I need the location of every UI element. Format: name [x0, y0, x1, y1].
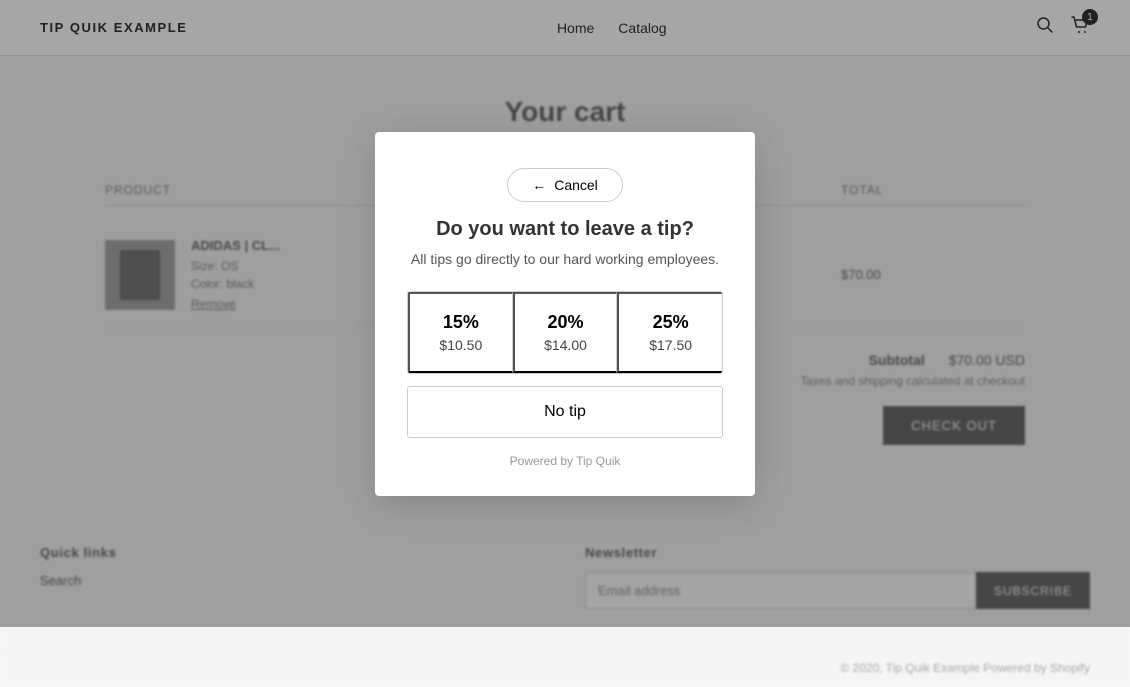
tip-amount-15: $10.50	[439, 337, 482, 353]
tip-options: 15% $10.50 20% $14.00 25% $17.50	[407, 291, 723, 374]
tip-percent-20: 20%	[547, 312, 583, 333]
modal-overlay: ← Cancel Do you want to leave a tip? All…	[0, 0, 1130, 627]
tip-option-25[interactable]: 25% $17.50	[617, 292, 722, 373]
tip-option-20[interactable]: 20% $14.00	[513, 292, 618, 373]
tip-amount-20: $14.00	[544, 337, 587, 353]
tip-option-15[interactable]: 15% $10.50	[408, 292, 513, 373]
modal-subtitle: All tips go directly to our hard working…	[407, 251, 723, 267]
tip-percent-15: 15%	[443, 312, 479, 333]
tip-modal: ← Cancel Do you want to leave a tip? All…	[375, 132, 755, 496]
modal-title: Do you want to leave a tip?	[407, 218, 723, 241]
cancel-bar: ← Cancel	[407, 168, 723, 202]
footer-copyright: © 2020, Tip Quik Example Powered by Shop…	[0, 649, 1130, 687]
tip-percent-25: 25%	[653, 312, 689, 333]
no-tip-button[interactable]: No tip	[407, 386, 723, 438]
powered-by-text: Powered by Tip Quik	[407, 454, 723, 468]
tip-amount-25: $17.50	[649, 337, 692, 353]
cancel-button[interactable]: ← Cancel	[507, 168, 623, 202]
back-arrow-icon: ←	[532, 177, 546, 193]
cancel-label: Cancel	[554, 177, 598, 193]
